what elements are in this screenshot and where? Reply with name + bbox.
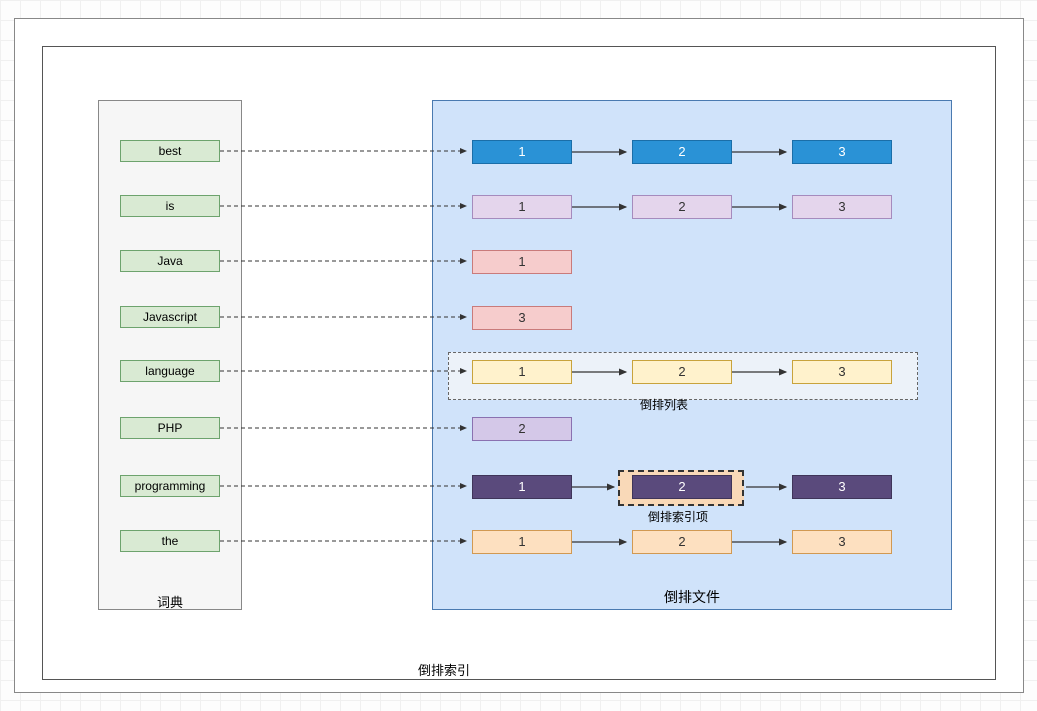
posting-language-2: 2 <box>632 360 732 384</box>
posting-best-3: 3 <box>792 140 892 164</box>
posting-php-1: 2 <box>472 417 572 441</box>
term-the: the <box>120 530 220 552</box>
posting-the-1: 1 <box>472 530 572 554</box>
term-programming: programming <box>120 475 220 497</box>
posting-programming-3: 3 <box>792 475 892 499</box>
diagram-canvas: 词典 倒排文件 倒排列表 倒排索引项 best is Java Javascri… <box>0 0 1037 711</box>
term-javascript: Javascript <box>120 306 220 328</box>
diagram-title: 倒排索引 <box>418 660 470 679</box>
term-php: PHP <box>120 417 220 439</box>
posting-item-label: 倒排索引项 <box>648 508 708 525</box>
dictionary-label: 词典 <box>98 592 242 611</box>
posting-the-2: 2 <box>632 530 732 554</box>
posting-best-2: 2 <box>632 140 732 164</box>
postings-list-label: 倒排列表 <box>640 396 688 413</box>
posting-is-2: 2 <box>632 195 732 219</box>
posting-best-1: 1 <box>472 140 572 164</box>
posting-java-1: 1 <box>472 250 572 274</box>
posting-the-3: 3 <box>792 530 892 554</box>
term-best: best <box>120 140 220 162</box>
term-java: Java <box>120 250 220 272</box>
posting-language-1: 1 <box>472 360 572 384</box>
term-is: is <box>120 195 220 217</box>
posting-programming-2: 2 <box>632 475 732 499</box>
posting-language-3: 3 <box>792 360 892 384</box>
posting-javascript-1: 3 <box>472 306 572 330</box>
posting-programming-1: 1 <box>472 475 572 499</box>
posting-is-1: 1 <box>472 195 572 219</box>
posting-is-3: 3 <box>792 195 892 219</box>
postings-file-label: 倒排文件 <box>432 587 952 607</box>
term-language: language <box>120 360 220 382</box>
